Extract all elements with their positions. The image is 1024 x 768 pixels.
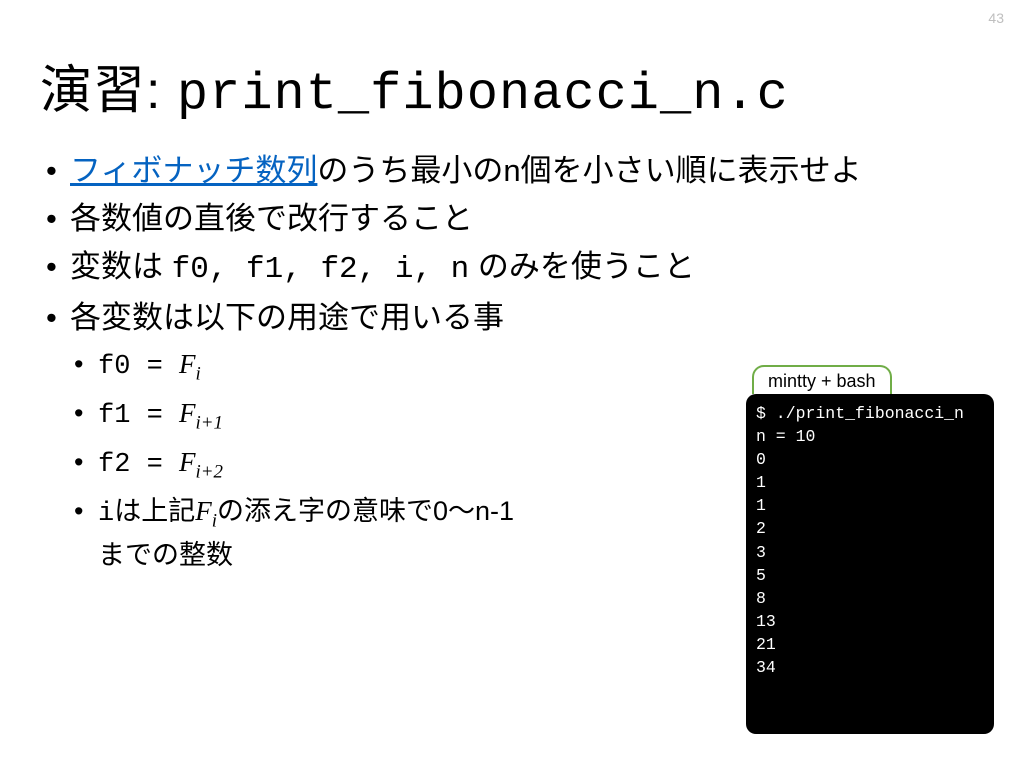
- sub-3-sub: i+2: [196, 461, 223, 482]
- bullet-2: 各数値の直後で改行すること: [40, 198, 984, 240]
- sub-2-sub: i+1: [196, 413, 223, 434]
- sub-4-F: F: [195, 496, 212, 526]
- fibonacci-link[interactable]: フィボナッチ数列: [70, 153, 317, 188]
- terminal-label: mintty + bash: [752, 365, 892, 394]
- bullet-1-rest: のうち最小のn個を小さい順に表示せよ: [317, 153, 861, 188]
- title-prefix: 演習:: [40, 62, 177, 120]
- sub-3-pre: f2 =: [98, 450, 179, 480]
- sub-4-pre: iは上記: [98, 499, 195, 529]
- slide-title: 演習: print_fibonacci_n.c: [40, 48, 789, 124]
- page-number: 43: [988, 10, 1004, 26]
- sub-1-F: F: [179, 349, 196, 379]
- bullet-3-vars: f0, f1, f2, i, n: [172, 252, 470, 287]
- bullet-3: 変数は f0, f1, f2, i, n のみを使うこと: [40, 246, 984, 291]
- terminal-container: mintty + bash $ ./print_fibonacci_n n = …: [746, 365, 994, 734]
- bullet-4: 各変数は以下の用途で用いる事: [40, 297, 984, 339]
- sub-2-pre: f1 =: [98, 401, 179, 431]
- sub-1-sub: i: [196, 364, 201, 385]
- sub-3-F: F: [179, 447, 196, 477]
- bullet-3-post: のみを使うこと: [469, 249, 695, 284]
- title-filename: print_fibonacci_n.c: [177, 65, 789, 124]
- sub-2-F: F: [179, 398, 196, 428]
- sub-1-pre: f0 =: [98, 352, 179, 382]
- bullet-3-pre: 変数は: [70, 249, 172, 284]
- main-list: フィボナッチ数列のうち最小のn個を小さい順に表示せよ 各数値の直後で改行すること…: [40, 150, 984, 338]
- terminal-output: $ ./print_fibonacci_n n = 10 0 1 1 2 3 5…: [746, 394, 994, 734]
- sub-4: iは上記Fiの添え字の意味で0～n-1までの整数: [40, 491, 520, 576]
- bullet-1: フィボナッチ数列のうち最小のn個を小さい順に表示せよ: [40, 150, 984, 192]
